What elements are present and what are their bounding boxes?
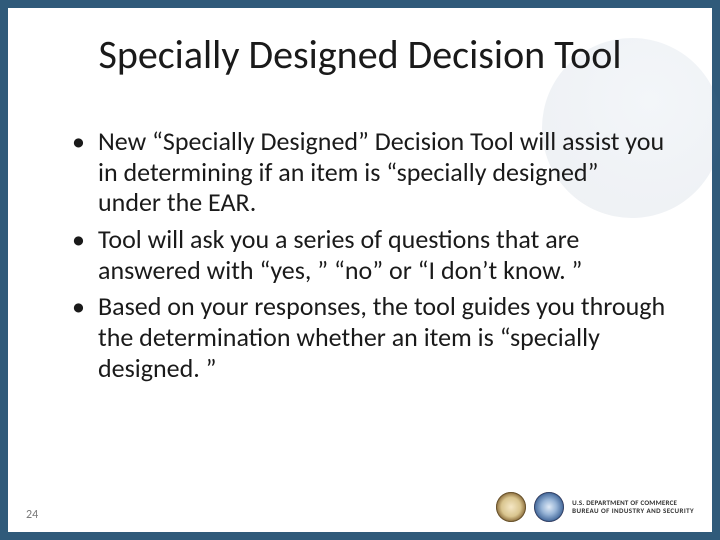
bullet-text: Based on your responses, the tool guides… — [98, 290, 665, 383]
bullet-item: Tool will ask you a series of questions … — [68, 224, 666, 285]
slide-body: New “Specially Designed” Decision Tool w… — [68, 126, 666, 389]
slide-title: Specially Designed Decision Tool — [8, 30, 712, 79]
footer-line-2: BUREAU OF INDUSTRY AND SECURITY — [572, 507, 694, 515]
slide-frame: Specially Designed Decision Tool New “Sp… — [0, 0, 720, 540]
slide-canvas: Specially Designed Decision Tool New “Sp… — [8, 8, 712, 532]
page-number: 24 — [26, 508, 38, 522]
commerce-seal-icon — [496, 492, 526, 522]
bis-seal-icon — [534, 492, 564, 522]
bullet-text: New “Specially Designed” Decision Tool w… — [98, 125, 664, 218]
footer-text: U.S. DEPARTMENT OF COMMERCE BUREAU OF IN… — [572, 499, 694, 515]
bullet-item: New “Specially Designed” Decision Tool w… — [68, 126, 666, 218]
bullet-item: Based on your responses, the tool guides… — [68, 291, 666, 383]
footer-branding: U.S. DEPARTMENT OF COMMERCE BUREAU OF IN… — [496, 492, 694, 522]
bullet-text: Tool will ask you a series of questions … — [98, 223, 582, 286]
bullet-list: New “Specially Designed” Decision Tool w… — [68, 126, 666, 383]
